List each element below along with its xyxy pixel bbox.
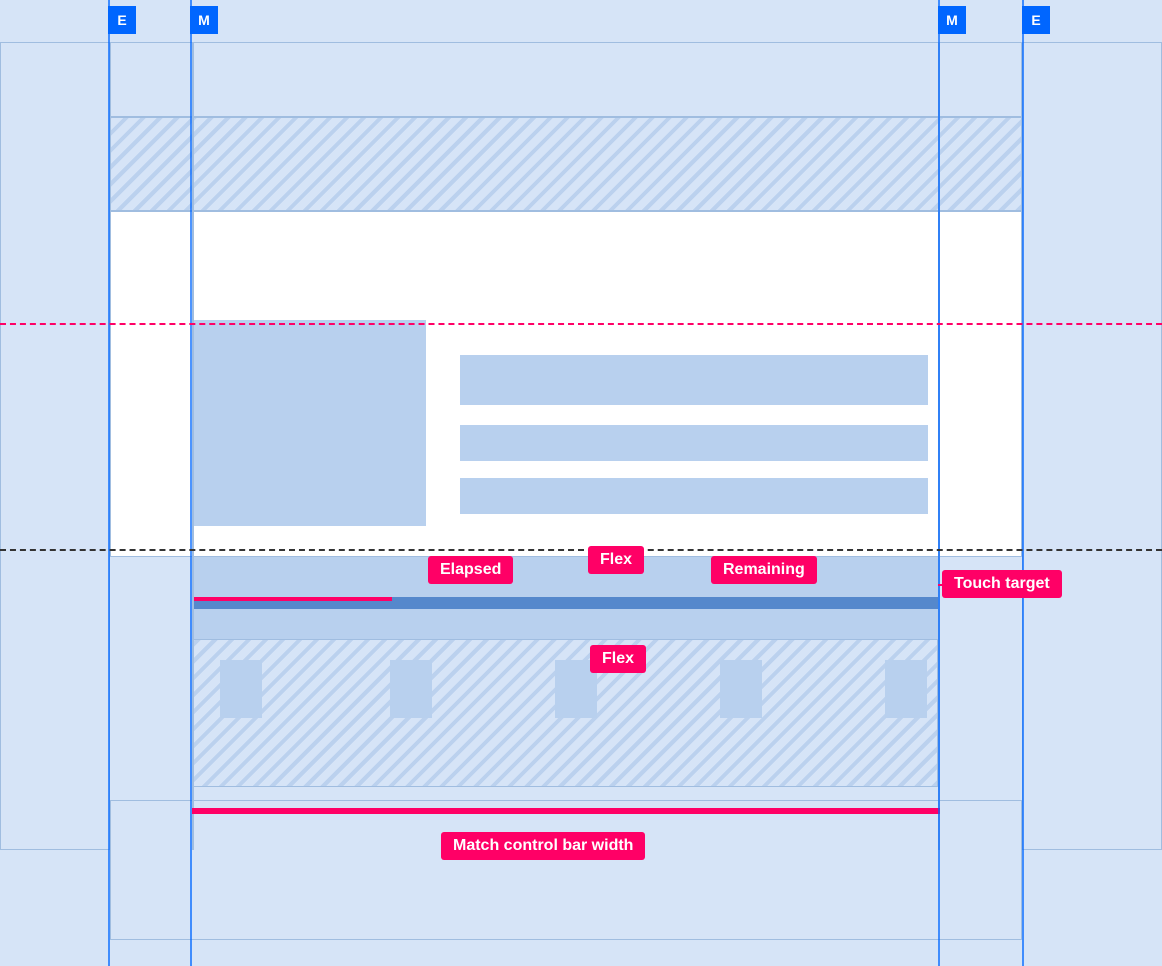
label-remaining: Remaining [711,556,817,584]
dashed-line-black [0,549,1162,551]
progress-bar-elapsed [192,597,392,601]
content-row-3 [460,478,928,514]
vertical-separator-left [192,42,194,850]
icon-strip-2 [390,660,432,718]
label-touch-target: Touch target [942,570,1062,598]
label-flex2: Flex [590,645,646,673]
top-row [110,42,1022,117]
icon-strip-1 [220,660,262,718]
guide-m-right [938,0,940,966]
content-row-1 [460,355,928,405]
icon-strip-4 [720,660,762,718]
col-label-e-left: E [108,6,136,34]
label-match-control-bar: Match control bar width [441,832,645,860]
col-label-m-right: M [938,6,966,34]
right-outer-panel [1022,42,1162,850]
col-label-e-right: E [1022,6,1050,34]
left-outer-panel [0,42,110,850]
media-thumbnail [192,320,426,526]
col-label-m-left: M [190,6,218,34]
pink-bar [192,808,940,814]
guide-m-left [190,0,192,966]
content-row-2 [460,425,928,461]
hatched-header-area [110,117,1022,211]
main-canvas: E M M E Elapse [0,0,1162,966]
dashed-line-red [0,323,1162,325]
progress-bar-container [192,597,938,609]
label-elapsed: Elapsed [428,556,513,584]
label-flex1: Flex [588,546,644,574]
guide-e-right [1022,0,1024,966]
icon-strip-5 [885,660,927,718]
bottom-section [110,800,1022,940]
guide-e-left [108,0,110,966]
flex-bar-2 [192,609,938,639]
